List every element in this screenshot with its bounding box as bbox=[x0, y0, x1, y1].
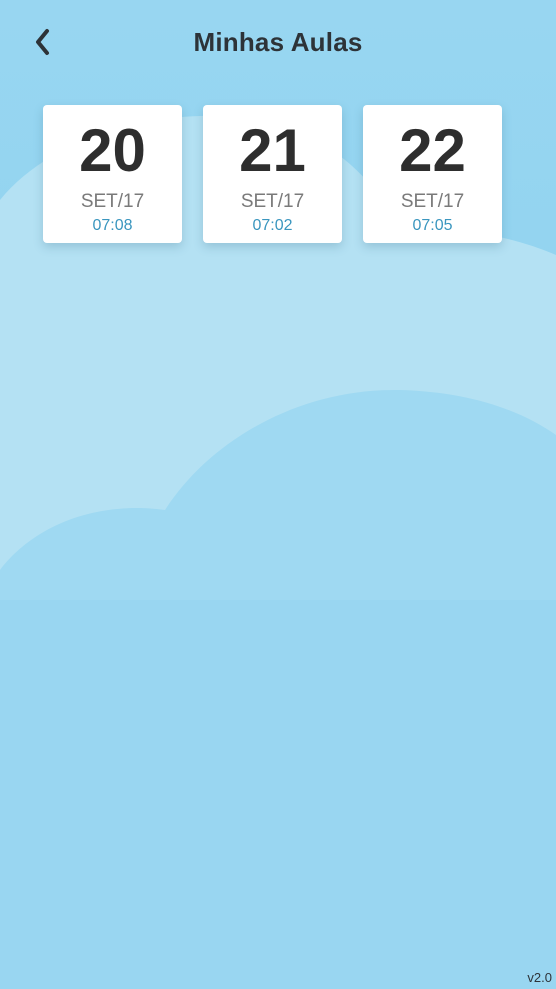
class-time: 07:08 bbox=[92, 217, 133, 234]
class-day: 21 bbox=[239, 117, 306, 184]
class-month: SET/17 bbox=[240, 191, 305, 212]
page-title: Minhas Aulas bbox=[193, 27, 363, 57]
class-card[interactable]: 22 SET/17 07:05 bbox=[363, 105, 502, 243]
class-list: 20 SET/17 07:08 21 SET/17 07:02 22 SET/1… bbox=[43, 105, 502, 243]
version-label: v2.0 bbox=[527, 970, 552, 985]
class-time: 07:02 bbox=[252, 217, 293, 234]
class-day: 22 bbox=[399, 117, 466, 184]
class-month: SET/17 bbox=[400, 191, 465, 212]
class-day: 20 bbox=[79, 117, 146, 184]
app-header: Minhas Aulas bbox=[0, 0, 556, 86]
class-card[interactable]: 21 SET/17 07:02 bbox=[203, 105, 342, 243]
class-card[interactable]: 20 SET/17 07:08 bbox=[43, 105, 182, 243]
class-month: SET/17 bbox=[80, 191, 145, 212]
class-time: 07:05 bbox=[412, 217, 453, 234]
